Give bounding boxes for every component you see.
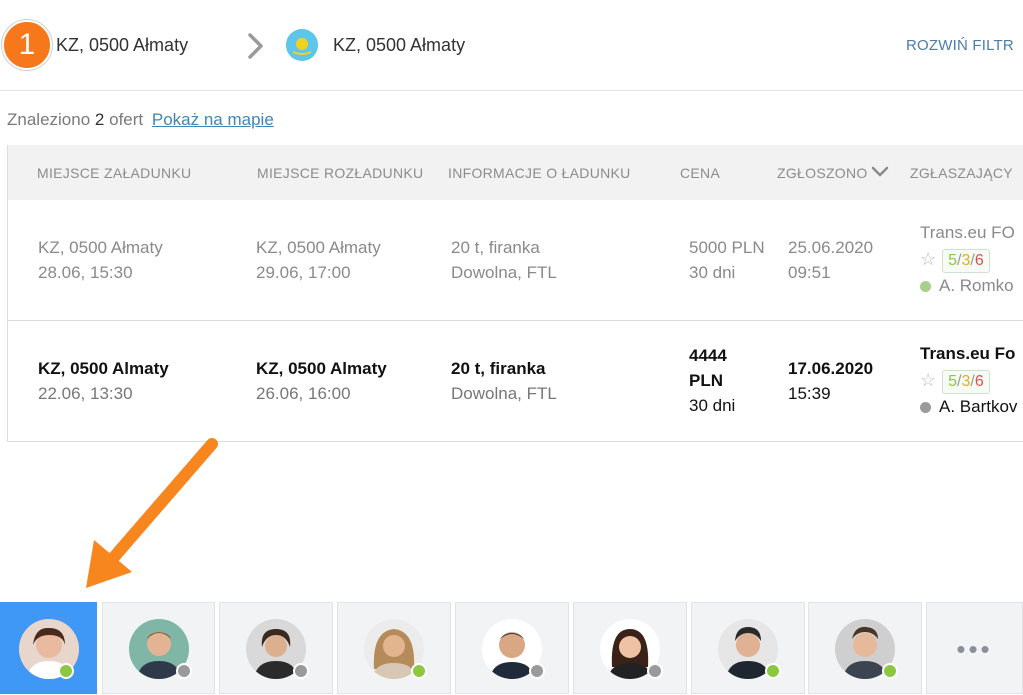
away-status-icon [647, 663, 663, 679]
reported-time: 09:51 [788, 263, 831, 282]
online-status-icon [882, 663, 898, 679]
price-amount: 4444 [689, 346, 727, 365]
payment-terms: 30 dni [689, 396, 736, 415]
table-row[interactable]: KZ, 0500 Almaty 22.06, 13:30 KZ, 0500 Al… [8, 321, 1023, 441]
more-contacts-button[interactable]: ••• [926, 602, 1023, 694]
price-currency: PLN [689, 371, 723, 390]
unloading-date: 26.06, 16:00 [256, 384, 351, 403]
contact-tile[interactable] [455, 602, 569, 694]
offers-table: MIEJSCE ZAŁADUNKU MIEJSCE ROZŁADUNKU INF… [7, 145, 1023, 442]
reported-date: 17.06.2020 [788, 359, 874, 378]
contact-person[interactable]: A. Romko [939, 276, 1014, 295]
unloading-date: 29.06, 17:00 [256, 263, 351, 282]
show-on-map-link[interactable]: Pokaż na mapie [152, 110, 274, 129]
cargo-type: Dowolna, FTL [451, 263, 557, 282]
column-cargo-info[interactable]: INFORMACJE O ŁADUNKU [448, 165, 631, 181]
status-dot-icon [920, 281, 931, 293]
contact-tile[interactable] [808, 602, 922, 694]
table-row[interactable]: KZ, 0500 Ałmaty 28.06, 15:30 KZ, 0500 Ał… [8, 200, 1023, 321]
route-header: 1 KZ, 0500 Ałmaty KZ, 0500 Ałmaty ROZWIŃ… [0, 0, 1023, 91]
results-prefix: Znaleziono [7, 110, 91, 129]
contact-tile[interactable] [337, 602, 451, 694]
rating-badge: 5/3/6 [942, 249, 990, 273]
route-destination[interactable]: KZ, 0500 Ałmaty [333, 35, 465, 56]
annotation-arrow-icon [86, 438, 218, 588]
contact-tile[interactable] [219, 602, 333, 694]
loading-date: 28.06, 15:30 [38, 263, 133, 282]
column-loading-place[interactable]: MIEJSCE ZAŁADUNKU [37, 165, 191, 181]
unloading-place: KZ, 0500 Almaty [256, 359, 387, 378]
company-name[interactable]: Trans.eu Fo [920, 341, 1017, 367]
away-status-icon [176, 663, 192, 679]
contact-person[interactable]: A. Bartkov [939, 397, 1017, 416]
loading-place: KZ, 0500 Almaty [38, 359, 169, 378]
route-origin[interactable]: KZ, 0500 Ałmaty [56, 35, 188, 56]
chevron-right-icon [248, 33, 263, 59]
contact-tile[interactable] [0, 602, 97, 694]
results-summary: Znaleziono 2 ofert Pokaż na mapie [7, 110, 274, 130]
reported-time: 15:39 [788, 384, 831, 403]
payment-terms: 30 dni [689, 263, 736, 282]
price: 5000 PLN [689, 238, 765, 257]
step-badge: 1 [2, 20, 52, 70]
status-dot-icon [920, 402, 931, 414]
cargo-type: Dowolna, FTL [451, 384, 557, 403]
star-icon[interactable]: ☆ [920, 370, 936, 390]
cargo-info: 20 t, firanka [451, 238, 540, 257]
loading-date: 22.06, 13:30 [38, 384, 133, 403]
column-reported[interactable]: ZGŁOSZONO [777, 165, 868, 181]
table-header: MIEJSCE ZAŁADUNKU MIEJSCE ROZŁADUNKU INF… [8, 145, 1023, 201]
reported-date: 25.06.2020 [788, 238, 874, 257]
results-count: 2 [94, 110, 105, 129]
online-status-icon [411, 663, 427, 679]
column-price[interactable]: CENA [680, 165, 720, 181]
contacts-bar: ••• [0, 602, 1023, 694]
expand-filters-link[interactable]: ROZWIŃ FILTR [906, 37, 1014, 54]
away-status-icon [293, 663, 309, 679]
company-name[interactable]: Trans.eu FO [920, 220, 1015, 246]
contact-tile[interactable] [573, 602, 687, 694]
away-status-icon [529, 663, 545, 679]
column-unloading-place[interactable]: MIEJSCE ROZŁADUNKU [257, 165, 423, 181]
loading-place: KZ, 0500 Ałmaty [38, 238, 163, 257]
online-status-icon [765, 663, 781, 679]
rating-badge: 5/3/6 [942, 370, 990, 394]
online-status-icon [58, 663, 74, 679]
results-suffix: ofert [109, 110, 144, 129]
cargo-info: 20 t, firanka [451, 359, 546, 378]
unloading-place: KZ, 0500 Ałmaty [256, 238, 381, 257]
contact-tile[interactable] [691, 602, 805, 694]
star-icon[interactable]: ☆ [920, 249, 936, 269]
kazakhstan-flag-icon [286, 29, 318, 61]
chevron-down-icon[interactable] [871, 164, 889, 180]
contact-tile[interactable] [102, 602, 215, 694]
more-icon: ••• [956, 634, 993, 664]
column-reporter[interactable]: ZGŁASZAJĄCY [910, 165, 1013, 181]
